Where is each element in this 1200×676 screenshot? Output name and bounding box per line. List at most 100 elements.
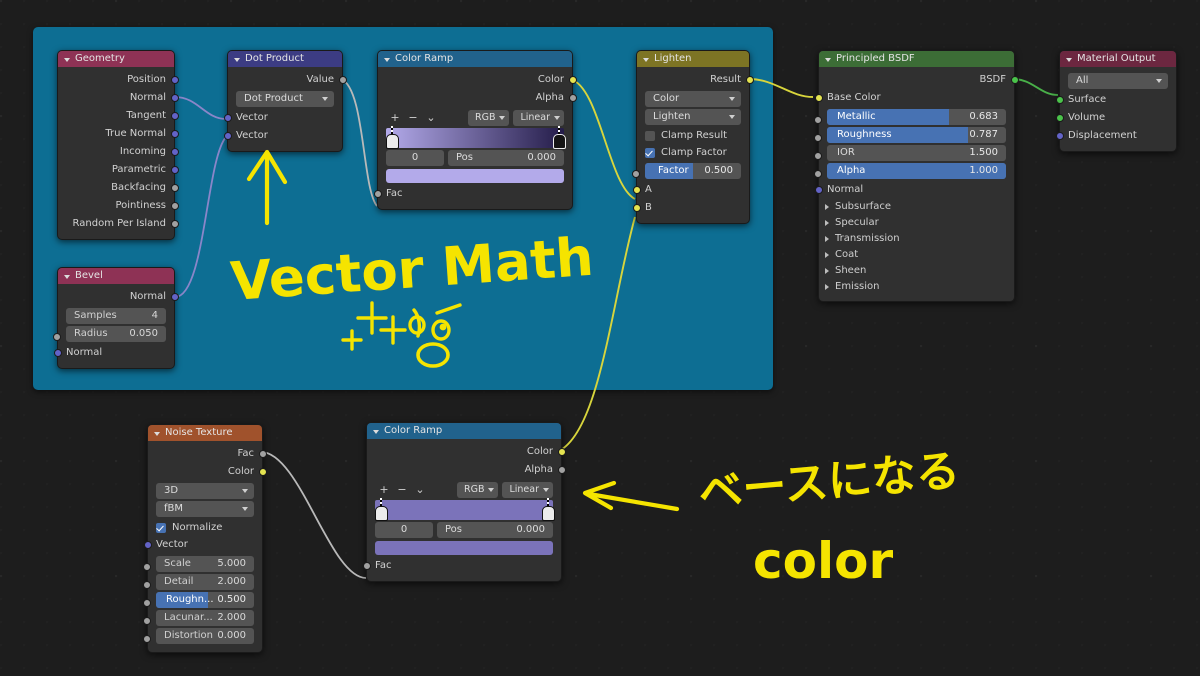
output-socket-alpha[interactable] xyxy=(557,466,566,474)
node-color-ramp-bottom-header[interactable]: Color Ramp xyxy=(367,423,561,439)
output-socket-true-normal[interactable] xyxy=(170,130,179,138)
socket-row-parametric[interactable]: Parametric xyxy=(58,161,179,179)
output-socket-incoming[interactable] xyxy=(170,148,179,156)
dropdown-interpolation[interactable]: Linear xyxy=(513,110,564,126)
socket-row-tangent[interactable]: Tangent xyxy=(58,107,179,125)
dropdown-data-type[interactable]: Color xyxy=(645,91,741,107)
remove-stop-button[interactable]: − xyxy=(404,110,422,126)
input-socket-ior[interactable] xyxy=(814,152,822,160)
socket-row-b[interactable]: B xyxy=(632,199,749,217)
slider-alpha[interactable]: Alpha 1.000 xyxy=(827,163,1006,179)
node-bevel[interactable]: Bevel Normal Samples 4 Radius 0.050 Norm… xyxy=(53,267,179,369)
socket-row-bevel-normal-in[interactable]: Normal xyxy=(53,344,174,362)
socket-row-displacement[interactable]: Displacement xyxy=(1055,127,1176,145)
output-socket-normal[interactable] xyxy=(170,94,179,102)
socket-row-backfacing[interactable]: Backfacing xyxy=(58,179,179,197)
color-ramp-gradient-bottom[interactable] xyxy=(375,498,555,521)
output-socket-fac[interactable] xyxy=(258,450,267,458)
input-socket-lacunarity[interactable] xyxy=(143,617,151,625)
collapse-chevron-icon[interactable] xyxy=(234,57,240,62)
socket-row-vector[interactable]: Vector xyxy=(143,536,262,554)
socket-row-base-color[interactable]: Base Color xyxy=(814,89,1014,107)
input-socket-vector-a[interactable] xyxy=(223,114,232,122)
node-material-output-header[interactable]: Material Output xyxy=(1060,51,1176,67)
output-socket-color[interactable] xyxy=(258,468,267,476)
socket-row-fac[interactable]: Fac xyxy=(362,557,561,575)
collapse-chevron-icon[interactable] xyxy=(64,57,70,62)
node-noise-texture-header[interactable]: Noise Texture xyxy=(148,425,262,441)
input-socket-factor[interactable] xyxy=(632,170,640,178)
ramp-stop-knob[interactable] xyxy=(542,506,555,521)
socket-row-vector-a[interactable]: Vector xyxy=(223,109,342,127)
input-socket-alpha[interactable] xyxy=(814,170,822,178)
input-socket-normal[interactable] xyxy=(814,186,823,194)
output-socket-value[interactable] xyxy=(338,76,347,84)
add-stop-button[interactable]: + xyxy=(375,482,393,498)
socket-row-random-per-island[interactable]: Random Per Island xyxy=(58,215,179,233)
socket-row-color[interactable]: Color xyxy=(367,443,566,461)
socket-row-result[interactable]: Result xyxy=(637,71,754,89)
collapse-chevron-icon[interactable] xyxy=(825,57,831,62)
field-detail-row[interactable]: Detail 2.000 xyxy=(143,574,262,590)
node-color-ramp-top[interactable]: Color Ramp Color Alpha + − ⌄ RGB Linear xyxy=(373,50,577,210)
ramp-stop-1[interactable] xyxy=(542,498,555,521)
socket-row-value[interactable]: Value xyxy=(228,71,347,89)
node-mix-color-lighten[interactable]: Lighten Result Color Lighten Clamp Resul… xyxy=(632,50,754,224)
output-socket-normal[interactable] xyxy=(170,293,179,301)
socket-row-vector-b[interactable]: Vector xyxy=(223,127,342,145)
output-socket-tangent[interactable] xyxy=(170,112,179,120)
ramp-stop-0[interactable] xyxy=(386,126,399,149)
field-detail[interactable]: Detail 2.000 xyxy=(156,574,254,590)
output-socket-position[interactable] xyxy=(170,76,179,84)
field-scale[interactable]: Scale 5.000 xyxy=(156,556,254,572)
field-distortion-row[interactable]: Distortion 0.000 xyxy=(143,628,262,644)
dropdown-operation[interactable]: Dot Product xyxy=(236,91,334,107)
field-factor-row[interactable]: Factor 0.500 xyxy=(632,163,749,179)
field-distortion[interactable]: Distortion 0.000 xyxy=(156,628,254,644)
color-ramp-gradient-top[interactable] xyxy=(386,126,566,149)
output-socket-alpha[interactable] xyxy=(568,94,577,102)
node-vector-math-dot-product[interactable]: Dot Product Value Dot Product Vector Vec… xyxy=(223,50,347,152)
socket-row-volume[interactable]: Volume xyxy=(1055,109,1176,127)
panel-coat[interactable]: Coat xyxy=(819,247,1014,263)
ramp-stop-knob[interactable] xyxy=(553,134,566,149)
input-socket-a[interactable] xyxy=(632,186,641,194)
node-lighten-header[interactable]: Lighten xyxy=(637,51,749,67)
slider-alpha-row[interactable]: Alpha 1.000 xyxy=(814,163,1014,179)
input-socket-radius[interactable] xyxy=(53,333,61,341)
field-radius[interactable]: Radius 0.050 xyxy=(66,326,166,342)
ramp-menu-button[interactable]: ⌄ xyxy=(411,482,429,498)
socket-row-color[interactable]: Color xyxy=(378,71,577,89)
panel-sheen[interactable]: Sheen xyxy=(819,263,1014,279)
node-color-ramp-top-header[interactable]: Color Ramp xyxy=(378,51,572,67)
panel-specular[interactable]: Specular xyxy=(819,215,1014,231)
input-socket-vector[interactable] xyxy=(143,541,152,549)
socket-row-alpha[interactable]: Alpha xyxy=(378,89,577,107)
input-socket-base-color[interactable] xyxy=(814,94,823,102)
node-geometry[interactable]: Geometry Position Normal Tangent True No… xyxy=(57,50,179,240)
panel-transmission[interactable]: Transmission xyxy=(819,231,1014,247)
checkbox-box[interactable] xyxy=(645,147,655,158)
socket-row-fac-out[interactable]: Fac xyxy=(148,445,267,463)
socket-row-pointiness[interactable]: Pointiness xyxy=(58,197,179,215)
output-socket-backfacing[interactable] xyxy=(170,184,179,192)
socket-row-fac[interactable]: Fac xyxy=(373,185,572,203)
slider-roughness[interactable]: Roughness 0.787 xyxy=(827,127,1006,143)
node-geometry-header[interactable]: Geometry xyxy=(58,51,174,67)
socket-row-position[interactable]: Position xyxy=(58,71,179,89)
socket-row-color-out[interactable]: Color xyxy=(148,463,267,481)
socket-row-normal[interactable]: Normal xyxy=(814,181,1014,199)
dropdown-target[interactable]: All xyxy=(1068,73,1168,89)
input-socket-roughness[interactable] xyxy=(814,134,822,142)
slider-metallic[interactable]: Metallic 0.683 xyxy=(827,109,1006,125)
color-ramp-fields[interactable]: 0 Pos 0.000 xyxy=(375,522,553,538)
node-principled-bsdf[interactable]: Principled BSDF BSDF Base Color Metallic… xyxy=(814,50,1019,302)
field-stop-index[interactable]: 0 xyxy=(386,150,444,166)
input-socket-fac[interactable] xyxy=(362,562,371,570)
color-swatch-bottom[interactable] xyxy=(375,541,553,555)
color-ramp-toolbar[interactable]: + − ⌄ RGB Linear xyxy=(386,110,564,126)
socket-row-true-normal[interactable]: True Normal xyxy=(58,125,179,143)
output-socket-color[interactable] xyxy=(557,448,566,456)
ramp-stop-knob[interactable] xyxy=(375,506,388,521)
input-socket-b[interactable] xyxy=(632,204,641,212)
